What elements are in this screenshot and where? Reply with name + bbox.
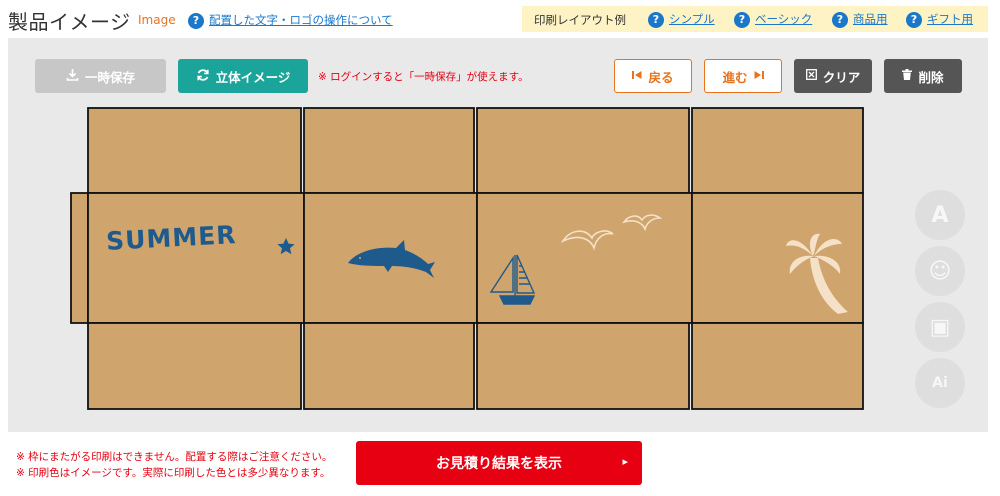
layout-link-label: ギフト用 — [927, 12, 973, 26]
bottom-flap-1 — [87, 322, 302, 410]
save-button[interactable]: 一時保存 — [35, 59, 166, 93]
ai-file-icon: Ai — [932, 375, 948, 391]
image-tool-button[interactable]: ▣ — [915, 302, 965, 352]
download-icon — [66, 68, 79, 84]
delete-button[interactable]: 削除 — [884, 59, 962, 93]
bottom-flap-2 — [303, 322, 475, 410]
undo-button-label: 戻る — [648, 69, 674, 85]
bottom-flap-3 — [476, 322, 690, 410]
clear-button-label: クリア — [822, 69, 861, 85]
side-panel-1 — [87, 192, 305, 324]
show-estimate-button[interactable]: お見積り結果を表示 ▸ — [356, 441, 642, 485]
top-flap-4 — [691, 107, 864, 194]
layout-link-basic[interactable]: ? ベーシック — [734, 11, 812, 28]
help-link-text: 配置した文字・ロゴの操作について — [209, 13, 393, 27]
layout-link-label: ベーシック — [755, 12, 813, 26]
help-icon: ? — [648, 11, 664, 28]
view-3d-button-label: 立体イメージ — [215, 69, 291, 85]
redo-button[interactable]: 進む — [704, 59, 782, 93]
help-icon: ? — [734, 11, 750, 28]
view-3d-button[interactable]: 立体イメージ — [178, 59, 308, 93]
text-tool-button[interactable]: A — [915, 190, 965, 240]
layout-link-label: 商品用 — [853, 12, 888, 26]
help-link-operations[interactable]: ? 配置した文字・ロゴの操作について — [188, 12, 393, 29]
image-icon: ▣ — [929, 314, 951, 340]
layout-link-label: シンプル — [669, 12, 715, 26]
help-icon: ? — [832, 11, 848, 28]
page-subtitle: Image — [138, 13, 176, 27]
skip-forward-icon — [754, 70, 764, 83]
clear-button[interactable]: クリア — [794, 59, 872, 93]
ai-tool-button[interactable]: Ai — [915, 358, 965, 408]
login-note: ※ ログインすると「一時保存」が使えます。 — [318, 71, 529, 83]
help-icon: ? — [906, 11, 922, 28]
arrow-right-icon: ▸ — [622, 455, 628, 468]
warning-note-2: ※ 印刷色はイメージです。実際に印刷した色とは多少異なります。 — [16, 467, 331, 479]
trash-icon — [902, 69, 913, 83]
skip-back-icon — [632, 70, 642, 83]
show-estimate-label: お見積り結果を表示 — [436, 456, 562, 472]
layout-link-product[interactable]: ? 商品用 — [832, 11, 888, 28]
smiley-icon: ☺ — [928, 258, 952, 284]
glue-tab — [70, 192, 89, 324]
redo-button-label: 進む — [722, 69, 748, 85]
undo-button[interactable]: 戻る — [614, 59, 692, 93]
layout-link-simple[interactable]: ? シンプル — [648, 11, 715, 28]
page-title: 製品イメージ — [8, 10, 131, 34]
clear-box-icon — [805, 69, 817, 83]
text-icon: A — [931, 202, 949, 228]
save-button-label: 一時保存 — [84, 69, 135, 85]
top-flap-2 — [303, 107, 475, 194]
stamp-tool-button[interactable]: ☺ — [915, 246, 965, 296]
box-net-canvas[interactable]: SUMMER — [60, 100, 880, 420]
layout-link-gift[interactable]: ? ギフト用 — [906, 11, 973, 28]
layout-examples-label: 印刷レイアウト例 — [534, 13, 626, 27]
bottom-flap-4 — [691, 322, 864, 410]
help-icon: ? — [188, 12, 204, 29]
top-flap-3 — [476, 107, 690, 194]
top-flap-1 — [87, 107, 302, 194]
rotate-icon — [196, 68, 210, 85]
warning-note-1: ※ 枠にまたがる印刷はできません。配置する際はご注意ください。 — [16, 451, 333, 463]
delete-button-label: 削除 — [918, 69, 944, 85]
